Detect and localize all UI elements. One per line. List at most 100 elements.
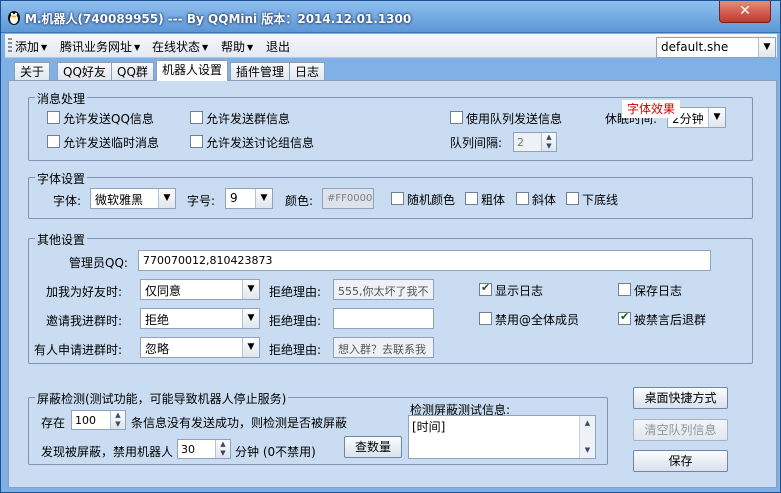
menu-tencent-urls-label: 腾讯业务网址 — [60, 40, 133, 54]
menu-help[interactable]: 帮助 ▼ — [221, 38, 253, 55]
chevron-down-icon[interactable]: ▼ — [242, 309, 259, 328]
friend-reject-reason-input[interactable]: 555,你太坏了我不 — [333, 279, 434, 300]
fail-count-desc: 条信息没有发送成功，则检测是否被屏蔽 — [131, 416, 348, 430]
group-invite-label: 邀请我进群时: — [46, 314, 123, 328]
queue-interval-value: 2 — [517, 136, 524, 149]
allow-discuss-checkbox[interactable] — [190, 135, 203, 148]
menu-tencent-urls[interactable]: 腾讯业务网址 ▼ — [60, 38, 140, 55]
fail-count-stepper[interactable]: 100 ▲ ▼ — [71, 410, 126, 430]
underline-label: 下底线 — [582, 193, 619, 207]
allow-temp-label: 允许发送临时消息 — [63, 136, 160, 150]
chevron-down-icon[interactable]: ▼ — [242, 338, 259, 357]
menu-exit[interactable]: 退出 — [266, 38, 290, 55]
menu-online-status[interactable]: 在线状态 ▼ — [152, 38, 208, 55]
desktop-shortcut-button[interactable]: 桌面快捷方式 — [633, 387, 728, 409]
spinner-arrows-icon[interactable]: ▲ ▼ — [541, 133, 556, 151]
ban-at-all-checkbox[interactable] — [479, 312, 492, 325]
save-button[interactable]: 保存 — [633, 450, 728, 472]
queue-interval-label: 队列间隔: — [450, 136, 503, 150]
menu-help-label: 帮助 — [221, 40, 246, 54]
ban-suffix-label: 分钟 (0不禁用) — [235, 445, 316, 459]
chevron-down-icon[interactable]: ▼ — [758, 38, 775, 57]
scroll-up-icon[interactable]: ▲ — [580, 416, 595, 431]
spinner-arrows-icon[interactable]: ▲ ▼ — [110, 411, 125, 429]
show-log-checkbox[interactable] — [479, 281, 492, 296]
save-log-label: 保存日志 — [634, 284, 683, 298]
allow-discuss-label: 允许发送讨论组信息 — [206, 136, 315, 150]
close-button[interactable]: ✕ — [719, 1, 771, 23]
bold-label: 粗体 — [481, 193, 506, 207]
menu-online-status-label: 在线状态 — [152, 40, 201, 54]
queue-interval-stepper[interactable]: 2 ▲ ▼ — [513, 132, 557, 152]
spinner-arrows-icon[interactable]: ▲ ▼ — [215, 440, 230, 458]
tab-about[interactable]: 关于 — [14, 62, 51, 81]
chevron-down-icon[interactable]: ▼ — [158, 189, 175, 208]
italic-checkbox[interactable] — [516, 192, 529, 205]
admin-qq-label: 管理员QQ: — [69, 256, 128, 270]
menu-add[interactable]: 添加 ▼ — [15, 38, 47, 55]
tab-qq-friends[interactable]: QQ好友 — [57, 62, 112, 81]
tab-robot-settings[interactable]: 机器人设置 — [156, 60, 229, 81]
join-request-value: 忽略 — [145, 342, 170, 356]
font-value: 微软雅黑 — [95, 193, 144, 207]
admin-qq-input[interactable]: 770070012,810423873 — [138, 250, 711, 271]
tab-log[interactable]: 日志 — [289, 62, 326, 81]
font-effect-preview: 字体效果 — [622, 100, 680, 118]
test-info-textarea[interactable]: [时间] ▲ ▼ — [408, 415, 596, 459]
title-bar: M.机器人(740089955) --- By QQMini 版本：2014.1… — [1, 1, 780, 33]
ban-minutes-stepper[interactable]: 30 ▲ ▼ — [177, 439, 231, 459]
profile-select-value: default.she — [661, 40, 729, 54]
join-reject-reason-label: 拒绝理由: — [269, 343, 322, 357]
chevron-down-icon[interactable]: ▼ — [242, 280, 259, 299]
group-invite-select[interactable]: 拒绝 ▼ — [140, 308, 260, 329]
allow-group-checkbox[interactable] — [190, 111, 203, 124]
invite-reject-reason-label: 拒绝理由: — [269, 314, 322, 328]
font-size-label: 字号: — [187, 194, 216, 208]
friend-reject-reason-label: 拒绝理由: — [269, 285, 322, 299]
check-count-button[interactable]: 查数量 — [344, 436, 402, 458]
menu-bar: 添加 ▼ 腾讯业务网址 ▼ 在线状态 ▼ 帮助 ▼ 退出 default.she ▼ — [5, 34, 777, 58]
use-queue-checkbox[interactable] — [450, 111, 463, 124]
clear-queue-button[interactable]: 清空队列信息 — [633, 419, 728, 441]
message-group-title: 消息处理 — [35, 90, 88, 107]
join-reject-reason-input[interactable]: 想入群？去联系我 — [333, 337, 434, 358]
group-invite-value: 拒绝 — [145, 313, 170, 327]
window-title: M.机器人(740089955) --- By QQMini 版本：2014.1… — [25, 12, 412, 26]
tab-plugin-management[interactable]: 插件管理 — [230, 62, 291, 81]
friend-request-select[interactable]: 仅同意 ▼ — [140, 279, 260, 300]
shield-group-title: 屏蔽检测(测试功能，可能导致机器人停止服务) — [35, 390, 289, 407]
random-color-checkbox[interactable] — [391, 192, 404, 205]
leave-when-banned-checkbox[interactable] — [618, 310, 631, 325]
join-request-select[interactable]: 忽略 ▼ — [140, 337, 260, 358]
font-select[interactable]: 微软雅黑 ▼ — [90, 188, 176, 209]
friend-request-value: 仅同意 — [145, 284, 182, 298]
ban-at-all-label: 禁用@全体成员 — [495, 313, 580, 327]
allow-temp-checkbox[interactable] — [47, 135, 60, 148]
bold-checkbox[interactable] — [465, 192, 478, 205]
profile-select[interactable]: default.she ▼ — [656, 37, 776, 58]
chevron-down-icon: ▼ — [247, 43, 254, 52]
penguin-icon — [8, 11, 20, 25]
ban-prefix-label: 发现被屏蔽，禁用机器人 — [41, 445, 174, 459]
ban-minutes-value: 30 — [181, 443, 195, 456]
invite-reject-reason-input[interactable] — [333, 308, 434, 329]
font-size-select[interactable]: 9 ▼ — [225, 188, 273, 209]
chevron-down-icon[interactable]: ▼ — [708, 108, 725, 127]
tab-qq-groups[interactable]: QQ群 — [111, 62, 154, 81]
toolbar-grip[interactable] — [8, 38, 12, 54]
italic-label: 斜体 — [532, 193, 557, 207]
scroll-down-icon[interactable]: ▼ — [580, 443, 595, 458]
color-input[interactable]: #FF0000 — [322, 188, 374, 209]
test-info-scrollbar[interactable]: ▲ ▼ — [579, 416, 595, 458]
chevron-down-icon: ▼ — [41, 43, 48, 52]
allow-qq-checkbox[interactable] — [47, 111, 60, 124]
save-log-checkbox[interactable] — [618, 283, 631, 296]
test-info-value: [时间] — [412, 420, 446, 434]
underline-checkbox[interactable] — [566, 192, 579, 205]
chevron-down-icon[interactable]: ▼ — [255, 189, 272, 208]
friend-request-label: 加我为好友时: — [46, 285, 123, 299]
color-label: 颜色: — [285, 194, 314, 208]
main-window: M.机器人(740089955) --- By QQMini 版本：2014.1… — [0, 0, 781, 493]
join-request-label: 有人申请进群时: — [34, 343, 123, 357]
random-color-label: 随机颜色 — [407, 193, 456, 207]
